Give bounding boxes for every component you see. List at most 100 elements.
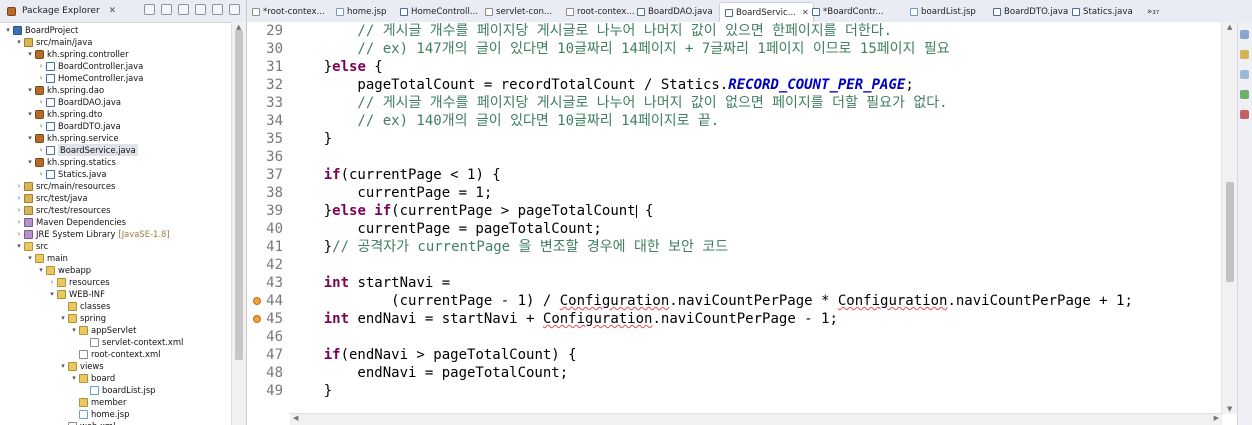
tree-item[interactable]: root-context.xml (70, 348, 160, 360)
expand-toggle-icon[interactable]: ▾ (15, 36, 23, 48)
maximize-icon[interactable] (229, 4, 240, 15)
editor-tab[interactable]: HomeControll... (399, 2, 478, 21)
view-menu-icon[interactable] (195, 4, 206, 15)
expand-toggle-icon[interactable]: ▾ (26, 108, 34, 120)
editor-horizontal-scrollbar[interactable]: ◀ ▶ (290, 413, 1222, 425)
tree-item[interactable]: ▾ kh.spring.dto (26, 108, 102, 120)
scroll-up-icon[interactable]: ▲ (1227, 23, 1232, 31)
editor-tab[interactable]: *BoardContr... (811, 2, 884, 21)
expand-toggle-icon[interactable]: › (37, 72, 45, 84)
close-icon[interactable]: ✕ (109, 6, 117, 16)
tree-item[interactable]: boardList.jsp (81, 384, 156, 396)
expand-toggle-icon[interactable]: ▾ (26, 156, 34, 168)
tree-item[interactable]: ▾ BoardProject (4, 24, 78, 36)
expand-toggle-icon[interactable]: › (37, 120, 45, 132)
tree-item[interactable]: ▾ kh.spring.controller (26, 48, 128, 60)
tree-item[interactable]: › BoardDAO.java (37, 96, 121, 108)
editor-tab[interactable]: BoardServic... ✕ (719, 2, 814, 22)
editor-tab[interactable]: home.jsp (335, 2, 386, 21)
expand-toggle-icon[interactable]: ▾ (26, 132, 34, 144)
scroll-down-icon[interactable]: ▼ (1227, 405, 1232, 413)
editor-scroll-thumb[interactable] (1226, 182, 1234, 282)
warning-marker-icon[interactable] (253, 297, 261, 305)
package-explorer-tab[interactable]: Package Explorer ✕ (3, 6, 116, 16)
expand-toggle-icon[interactable]: › (37, 60, 45, 72)
tree-item[interactable]: member (70, 396, 126, 408)
editor-tab[interactable]: root-contex... (565, 2, 635, 21)
expand-toggle-icon[interactable]: › (37, 168, 45, 180)
editor-tab[interactable]: BoardDAO.java (636, 2, 713, 21)
warning-marker-icon[interactable] (253, 315, 261, 323)
code-editor[interactable]: 29 30 31 32 33 34 35 36 37 38 39 40 41 42 43 44 45 46 47 48… (247, 22, 1238, 425)
expand-toggle-icon[interactable]: › (15, 216, 23, 228)
tree-item[interactable]: › JRE System Library [JavaSE-1.8] (15, 228, 170, 240)
editor-tab[interactable]: *root-contex... (251, 2, 325, 21)
expand-toggle-icon[interactable]: ▾ (48, 288, 56, 300)
expand-toggle-icon[interactable]: ▾ (26, 84, 34, 96)
focus-icon[interactable] (178, 4, 189, 15)
tree-item[interactable]: ▾ WEB-INF (48, 288, 105, 300)
tree-item[interactable]: › Maven Dependencies (15, 216, 126, 228)
expand-toggle-icon[interactable]: › (37, 96, 45, 108)
tree-item[interactable]: ▾ kh.spring.service (26, 132, 118, 144)
expand-toggle-icon[interactable]: › (48, 276, 56, 288)
tab-overflow-button[interactable]: »₃₇ (1147, 2, 1159, 21)
tree-item[interactable]: › BoardController.java (37, 60, 144, 72)
expand-toggle-icon[interactable]: ▾ (15, 240, 23, 252)
expand-toggle-icon[interactable]: › (37, 144, 45, 156)
tree-item[interactable]: ▾ main (26, 252, 68, 264)
expand-toggle-icon[interactable]: ▾ (4, 24, 12, 36)
editor-tab[interactable]: Statics.java (1071, 2, 1133, 21)
outline-icon[interactable] (1240, 50, 1249, 59)
tree-item[interactable]: › src/main/resources (15, 180, 116, 192)
tree-item[interactable]: ▾ board (70, 372, 115, 384)
tree-item[interactable]: servlet-context.xml (81, 336, 183, 348)
expand-toggle-icon[interactable]: ▾ (26, 48, 34, 60)
tree-item[interactable]: ▾ kh.spring.statics (26, 156, 116, 168)
expand-toggle-icon[interactable]: ▾ (70, 372, 78, 384)
explorer-scroll-thumb[interactable] (235, 30, 243, 360)
tree-item[interactable]: › Statics.java (37, 168, 107, 180)
problems-icon[interactable] (1240, 110, 1249, 119)
expand-toggle-icon[interactable]: ▾ (59, 312, 67, 324)
editor-tab[interactable]: BoardDTO.java (992, 2, 1068, 21)
servers-icon[interactable] (1240, 90, 1249, 99)
tree-item[interactable]: › src/test/java (15, 192, 88, 204)
tree-item[interactable]: home.jsp (70, 408, 129, 420)
expand-toggle-icon[interactable]: ▾ (37, 264, 45, 276)
code-area[interactable]: // 게시글 개수를 페이지당 게시글로 나누어 나머지 값이 있으면 한페이지… (290, 22, 1222, 425)
console-icon[interactable] (1240, 70, 1249, 79)
tree-item[interactable]: ▾ webapp (37, 264, 91, 276)
editor-vertical-scrollbar[interactable]: ▲ ▼ (1221, 22, 1238, 414)
expand-toggle-icon[interactable]: › (15, 228, 23, 240)
tree-item[interactable]: ▾ spring (59, 312, 106, 324)
expand-toggle-icon[interactable]: ▾ (59, 360, 67, 372)
expand-toggle-icon[interactable]: › (15, 180, 23, 192)
tree-item[interactable]: › resources (48, 276, 110, 288)
tree-item[interactable]: › HomeController.java (37, 72, 144, 84)
tree-item[interactable]: › BoardDTO.java (37, 120, 121, 132)
link-with-editor-icon[interactable] (161, 4, 172, 15)
tree-item[interactable]: ▾ appServlet (70, 324, 136, 336)
expand-toggle-icon[interactable]: › (15, 192, 23, 204)
editor-tab[interactable]: boardList.jsp (909, 2, 976, 21)
tree-item[interactable]: ▾ src/main/java (15, 36, 92, 48)
editor-tab[interactable]: servlet-con... (484, 2, 552, 21)
close-icon[interactable]: ✕ (802, 8, 809, 17)
tree-item[interactable]: classes (59, 300, 110, 312)
tree-item[interactable]: web.xml (59, 420, 115, 425)
expand-toggle-icon[interactable]: ▾ (70, 324, 78, 336)
tree-item[interactable]: › src/test/resources (15, 204, 111, 216)
scroll-left-icon[interactable]: ◀ (293, 414, 298, 422)
collapse-all-icon[interactable] (144, 4, 155, 15)
expand-toggle-icon[interactable]: ▾ (26, 252, 34, 264)
tree-item[interactable]: ▾ kh.spring.dao (26, 84, 104, 96)
tree-item[interactable]: ▾ src (15, 240, 48, 252)
minimize-icon[interactable] (212, 4, 223, 15)
expand-toggle-icon[interactable]: › (15, 204, 23, 216)
tree-item[interactable]: › BoardService.java (37, 144, 138, 156)
tree-item[interactable]: ▾ views (59, 360, 103, 372)
explorer-scrollbar[interactable]: ▲ (231, 22, 246, 425)
scroll-right-icon[interactable]: ▶ (1214, 414, 1219, 422)
task-list-icon[interactable] (1240, 30, 1249, 39)
